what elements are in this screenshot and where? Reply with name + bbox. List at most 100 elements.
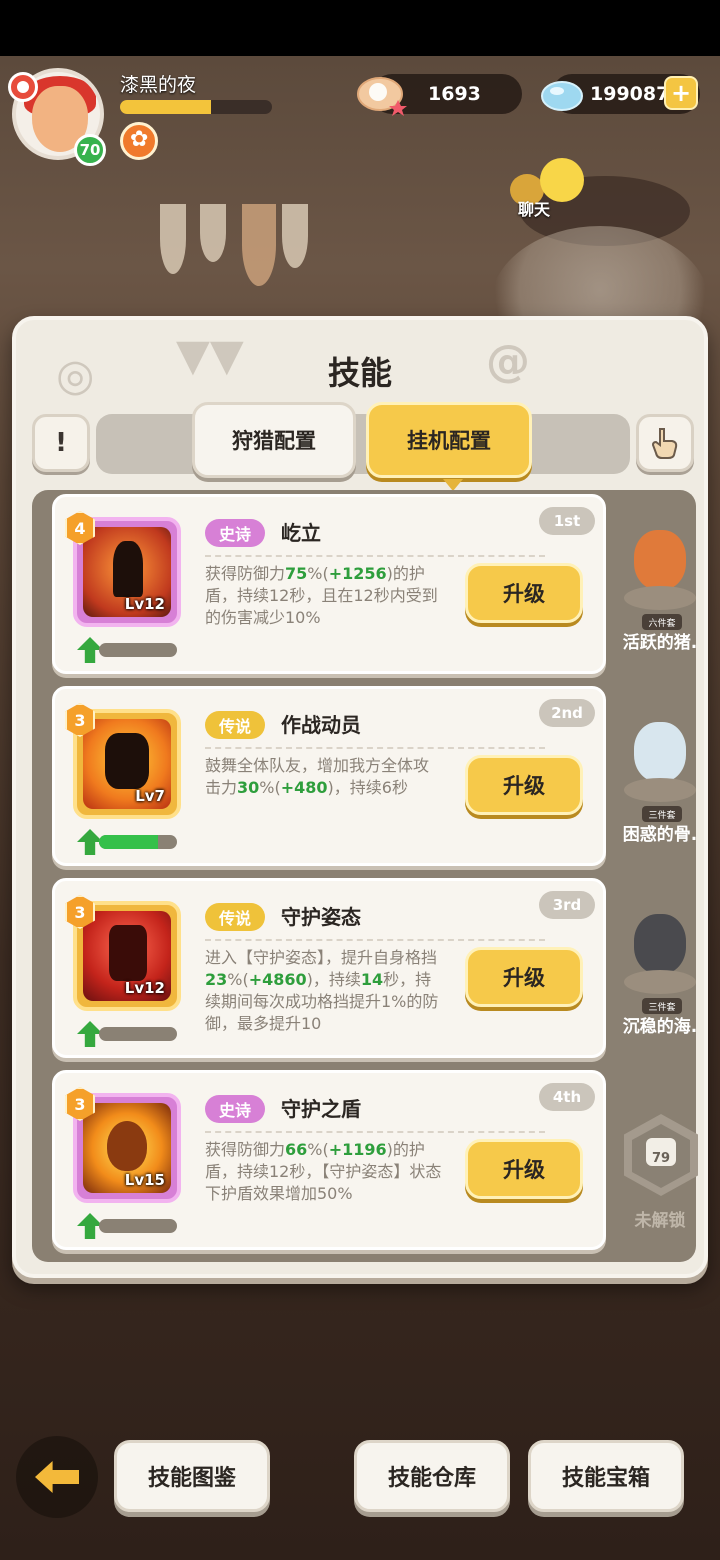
- skill-name: 守护姿态: [281, 905, 361, 929]
- notification-icon[interactable]: [8, 72, 38, 102]
- skill-icon-stand-firm: Lv12: [83, 527, 171, 617]
- set-slot-locked[interactable]: 79 未解锁: [610, 1076, 710, 1256]
- skill-progress-bar: [99, 643, 177, 657]
- hanging-tooth: [200, 204, 226, 262]
- skill-progress-bar: [99, 835, 177, 849]
- hanging-tooth: [160, 204, 186, 274]
- back-button[interactable]: [16, 1436, 98, 1518]
- walrus-creature-icon: [634, 914, 686, 974]
- skill-description: 获得防御力75%(+1256)的护盾，持续12秒，且在12秒内受到的伤害减少10…: [205, 563, 443, 629]
- skill-level: Lv7: [135, 787, 165, 805]
- desc-text: 进入【守护姿态】，提升自身格挡: [205, 948, 438, 967]
- gem-count: 199087: [590, 83, 670, 105]
- rarity-badge: 传说: [205, 903, 266, 931]
- skill-description: 获得防御力66%(+1196)的护盾，持续12秒，【守护姿态】状态下护盾效果增加…: [205, 1139, 443, 1205]
- skill-codex-button[interactable]: 技能图鉴: [114, 1440, 270, 1512]
- divider: [205, 555, 545, 557]
- skill-description: 鼓舞全体队友，增加我方全体攻击力30%(+480)，持续6秒: [205, 755, 443, 799]
- rarity-badge: 史诗: [205, 519, 266, 547]
- set-figure: 六件套: [624, 530, 696, 630]
- pedestal-base: [624, 778, 696, 802]
- status-bar: [0, 0, 720, 56]
- desc-value: +480: [280, 778, 328, 797]
- skill-progress-fill: [99, 835, 158, 849]
- skill-progress-bar: [99, 1027, 177, 1041]
- desc-text: %(: [307, 564, 329, 583]
- desc-value: 30: [237, 778, 260, 797]
- tab-hunt-config[interactable]: 狩猎配置: [192, 402, 356, 478]
- skill-storage-button[interactable]: 技能仓库: [354, 1440, 510, 1512]
- skill-icon-guard-stance: Lv12: [83, 911, 171, 1001]
- skill-card: Lv15 3 史诗 守护之盾 4th 获得防御力66%(+1196)的护盾，持续…: [52, 1070, 606, 1250]
- gem-icon: [541, 81, 583, 111]
- desc-text: %(: [227, 970, 249, 989]
- player-level-badge: 70: [74, 134, 106, 166]
- lock-icon: 79: [646, 1138, 676, 1166]
- set-figure: 三件套: [624, 914, 696, 1014]
- skill-icon-guardian-shield: Lv15: [83, 1103, 171, 1193]
- figure-silhouette-icon: [105, 733, 149, 789]
- pedestal-base: [624, 970, 696, 994]
- exp-bar-fill: [120, 100, 212, 114]
- divider: [205, 747, 545, 749]
- desc-text: 获得防御力: [205, 564, 286, 583]
- desc-text: %(: [307, 1140, 329, 1159]
- rarity-badge: 传说: [205, 711, 266, 739]
- upgrade-button[interactable]: 升级: [465, 563, 583, 623]
- desc-value: 66: [285, 1140, 308, 1159]
- rank-badge: 1st: [539, 507, 595, 535]
- info-button[interactable]: !: [32, 414, 90, 472]
- set-name: 活跃的猪.: [622, 633, 698, 653]
- chat-button[interactable]: 聊天: [510, 158, 584, 222]
- pearl-shell-icon: [357, 77, 407, 116]
- chat-label: 聊天: [518, 200, 551, 219]
- tab-bar: [96, 414, 630, 474]
- back-arrow-icon: [35, 1461, 79, 1493]
- rank-badge: 4th: [539, 1083, 595, 1111]
- skill-name: 守护之盾: [281, 1097, 361, 1121]
- skill-description: 进入【守护姿态】，提升自身格挡23%(+4860)，持续14秒，持续期间每次成功…: [205, 947, 443, 1035]
- skill-card: Lv12 3 传说 守护姿态 3rd 进入【守护姿态】，提升自身格挡23%(+4…: [52, 878, 606, 1058]
- desc-text: )，持续6秒: [327, 778, 408, 797]
- hand-pointer-icon: [651, 428, 678, 459]
- desc-value: 14: [360, 970, 384, 989]
- set-figure: 三件套: [624, 722, 696, 822]
- hanging-tooth: [282, 204, 308, 268]
- pig-creature-icon: [634, 530, 686, 590]
- pearl-count: 1693: [428, 83, 481, 105]
- hanging-tooth: [242, 204, 276, 286]
- skill-icon-battle-rally: Lv7: [83, 719, 171, 809]
- upgrade-button[interactable]: 升级: [465, 755, 583, 815]
- add-gems-button[interactable]: +: [664, 76, 698, 110]
- desc-value: +4860: [248, 970, 307, 989]
- rank-badge: 3rd: [539, 891, 595, 919]
- skill-chest-button[interactable]: 技能宝箱: [528, 1440, 684, 1512]
- desc-value: 23: [205, 970, 228, 989]
- skill-list: Lv12 4 史诗 屹立 1st 获得防御力75%(+1256)的护盾，持续12…: [32, 490, 698, 1262]
- locked-label: 未解锁: [634, 1211, 686, 1231]
- skill-progress-bar: [99, 1219, 177, 1233]
- exp-bar: [120, 100, 272, 114]
- skill-level: Lv12: [124, 595, 165, 613]
- shield-icon: [107, 1121, 147, 1171]
- skill-name: 屹立: [281, 521, 321, 545]
- desc-text: %(: [259, 778, 281, 797]
- desc-value: +1196: [328, 1140, 387, 1159]
- player-name: 漆黑的夜: [120, 74, 197, 96]
- guild-emblem-icon[interactable]: [120, 122, 158, 160]
- hand-pointer-button[interactable]: [636, 414, 694, 472]
- set-slot-bone[interactable]: 三件套 困惑的骨.: [610, 692, 710, 872]
- bone-creature-icon: [634, 722, 686, 782]
- set-slot-sea[interactable]: 三件套 沉稳的海.: [610, 884, 710, 1064]
- upgrade-button[interactable]: 升级: [465, 1139, 583, 1199]
- skill-card: Lv12 4 史诗 屹立 1st 获得防御力75%(+1256)的护盾，持续12…: [52, 494, 606, 674]
- figure-silhouette-icon: [109, 925, 147, 981]
- divider: [205, 939, 545, 941]
- tab-idle-config[interactable]: 挂机配置: [366, 402, 532, 491]
- skill-level: Lv12: [124, 979, 165, 997]
- set-slot-pig[interactable]: 六件套 活跃的猪.: [610, 500, 710, 680]
- rank-badge: 2nd: [539, 699, 595, 727]
- upgrade-button[interactable]: 升级: [465, 947, 583, 1007]
- panel-title: 技能: [327, 354, 392, 392]
- set-name: 困惑的骨.: [622, 825, 698, 845]
